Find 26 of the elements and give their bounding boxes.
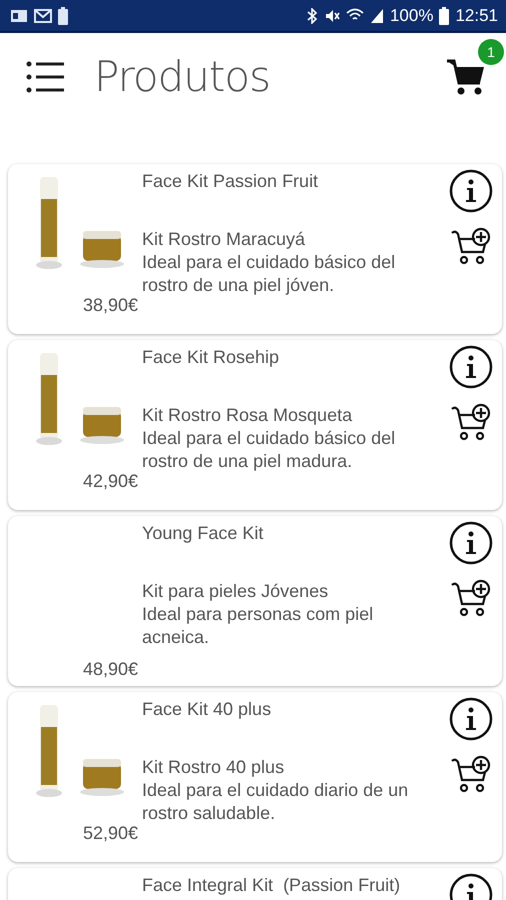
- product-name: Face Kit Rosehip: [142, 347, 280, 367]
- product-description: Ideal para el cuidado diario de un rostro saludable.: [142, 779, 410, 825]
- product-description: Ideal para el cuidado básico del rostro de una piel jóven.: [142, 251, 396, 297]
- battery-level: 100%: [390, 6, 434, 26]
- product-price: 38,90€: [82, 295, 138, 316]
- cart-count-badge: 1: [478, 38, 504, 64]
- product-name: Face Kit 40 plus: [142, 699, 272, 719]
- clock: 12:51: [455, 6, 498, 26]
- product-description: Ideal para personas com piel acneica.: [142, 603, 374, 649]
- product-name: Young Face Kit: [142, 523, 264, 543]
- product-card[interactable]: 52,90€ Face Kit 40 plus Kit Rostro 40 plus Ideal para el cuidado diario de un rostro saludable.: [8, 692, 502, 862]
- product-card[interactable]: Face Integral Kit (Passion Fruit): [8, 868, 502, 900]
- product-card[interactable]: 38,90€ Face Kit Passion Fruit Kit Rostro Maracuyá Ideal para el cuidado básico del rostro de una piel jóven.: [8, 164, 502, 334]
- product-price: 48,90€: [82, 659, 138, 680]
- product-price: 52,90€: [82, 823, 138, 844]
- product-card[interactable]: 42,90€ Face Kit Rosehip Kit Rostro Rosa Mosqueta Ideal para el cuidado básico del rostro de una piel madura.: [8, 340, 502, 510]
- product-description: Ideal para el cuidado básico del rostro de una piel madura.: [142, 427, 396, 473]
- product-subtitle: Kit Rostro Maracuyá: [142, 228, 306, 251]
- product-subtitle: Kit para pieles Jóvenes: [142, 580, 330, 603]
- product-card[interactable]: 48,90€ Young Face Kit Kit para pieles Jóvenes Ideal para personas com piel acneica.: [8, 516, 502, 686]
- product-subtitle: Kit Rostro 40 plus: [142, 756, 286, 779]
- product-subtitle: Kit Rostro Rosa Mosqueta: [142, 404, 354, 427]
- product-price: 42,90€: [82, 471, 138, 492]
- page-title: Produtos: [94, 52, 271, 101]
- product-name: Face Kit Passion Fruit: [142, 171, 320, 191]
- product-name: Face Integral Kit (Passion Fruit): [142, 875, 402, 895]
